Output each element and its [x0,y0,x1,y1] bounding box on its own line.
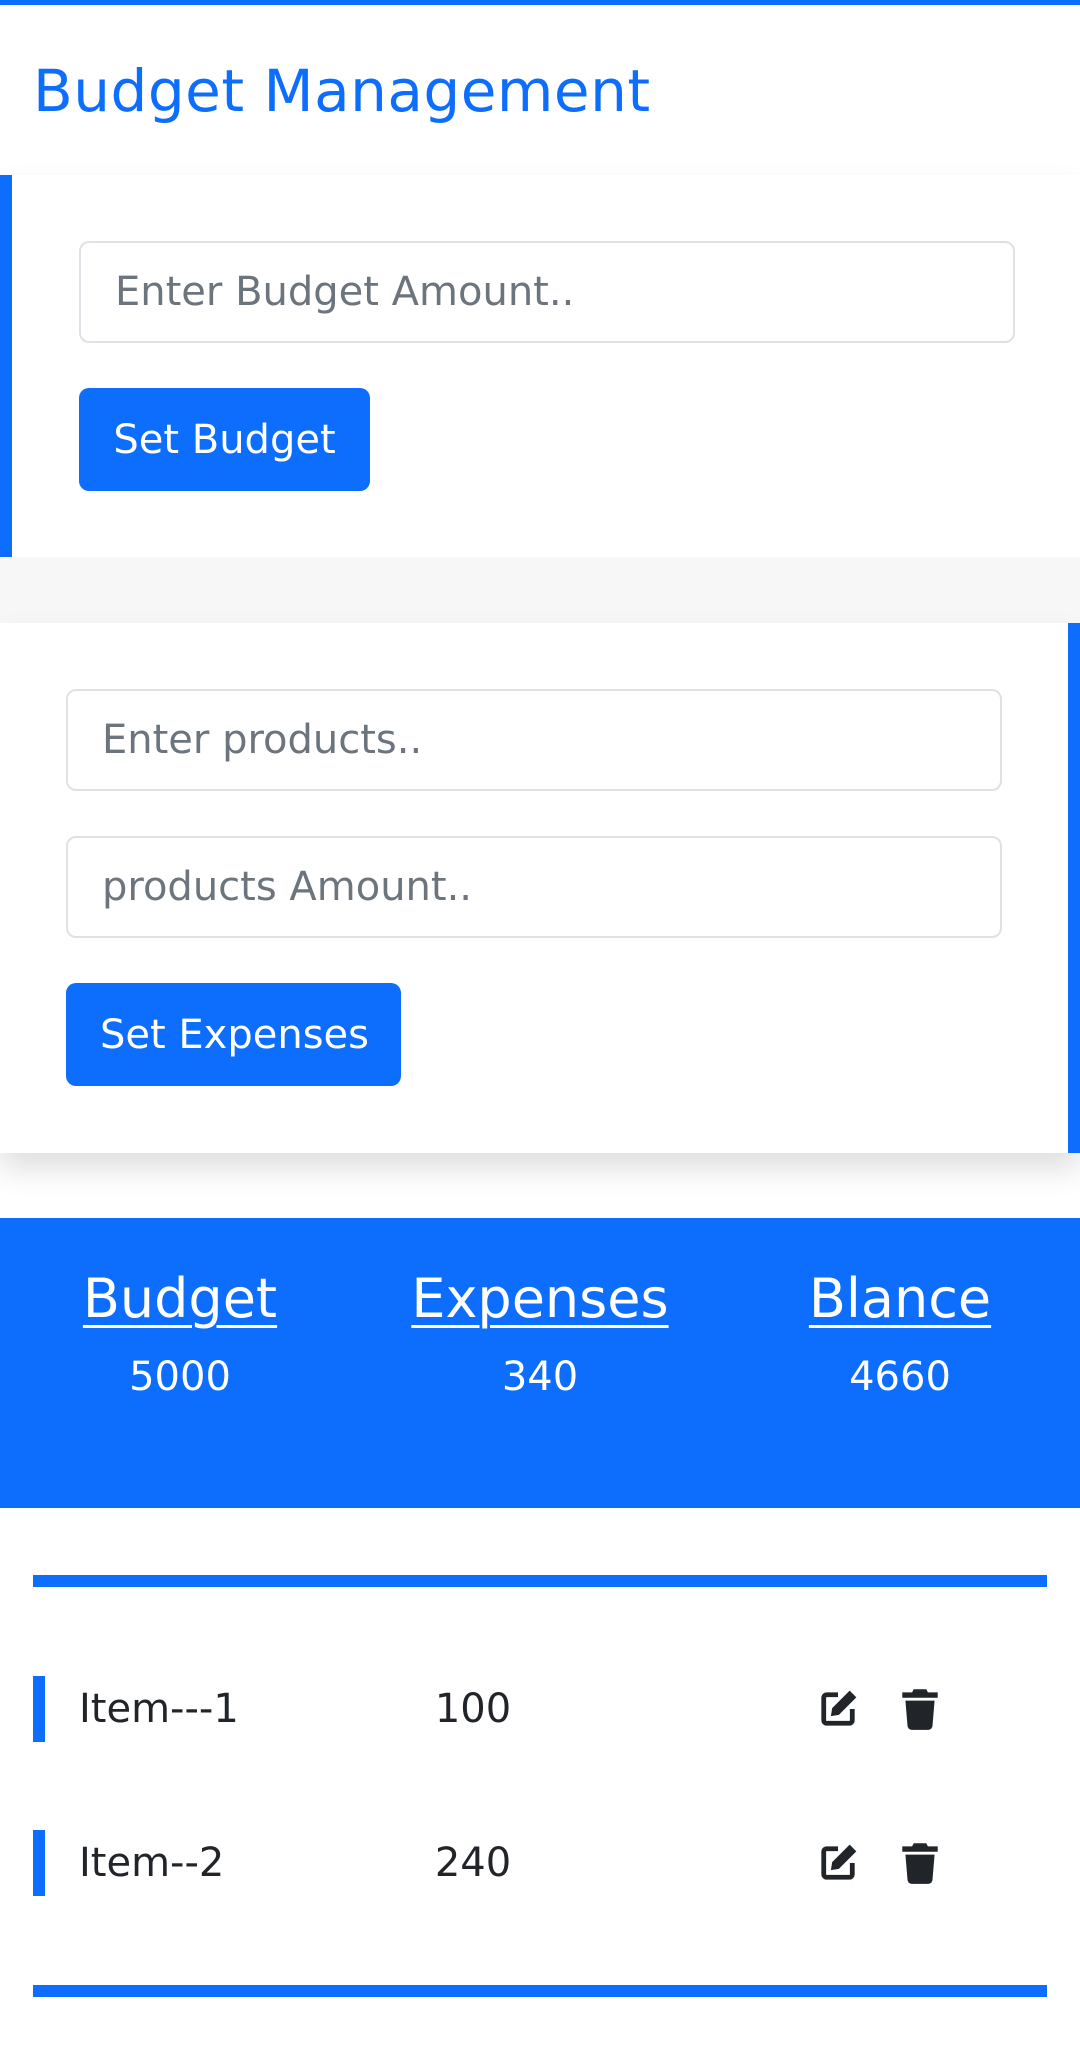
budget-panel: Set Budget [0,175,1080,557]
panel-separator [0,557,1080,623]
product-amount-input[interactable] [66,836,1002,938]
list-item-name: Item--2 [79,1840,225,1886]
trash-icon[interactable] [895,1838,945,1888]
list-item-marker [33,1830,45,1896]
page-title: Budget Management [33,57,651,125]
summary-expenses-label: Expenses [411,1267,669,1330]
list-item-amount: 100 [434,1686,512,1732]
list-item-marker [33,1676,45,1742]
list-item-name: Item---1 [79,1686,239,1732]
edit-icon[interactable] [813,1838,863,1888]
budget-amount-input[interactable] [79,241,1015,343]
set-budget-button[interactable]: Set Budget [79,388,370,491]
set-expenses-button[interactable]: Set Expenses [66,983,401,1086]
summary-balance: Blance 4660 [750,1266,1050,1402]
list-bottom-divider [33,1985,1047,1997]
summary-budget: Budget 5000 [30,1266,330,1402]
summary-balance-value: 4660 [849,1354,951,1400]
expenses-panel: Set Expenses [0,623,1080,1153]
list-item: Item--2 240 [33,1830,1047,1896]
summary-budget-value: 5000 [129,1354,231,1400]
trash-icon[interactable] [895,1684,945,1734]
summary-balance-label: Blance [808,1267,992,1330]
summary-expenses: Expenses 340 [390,1266,690,1402]
list-item: Item---1 100 [33,1676,1047,1742]
summary-panel: Budget 5000 Expenses 340 Blance 4660 [0,1218,1080,1508]
product-name-input[interactable] [66,689,1002,791]
list-item-amount: 240 [434,1840,512,1886]
edit-icon[interactable] [813,1684,863,1734]
top-accent-line [0,0,1080,5]
list-top-divider [33,1575,1047,1587]
summary-expenses-value: 340 [501,1354,579,1400]
summary-budget-label: Budget [82,1267,278,1330]
